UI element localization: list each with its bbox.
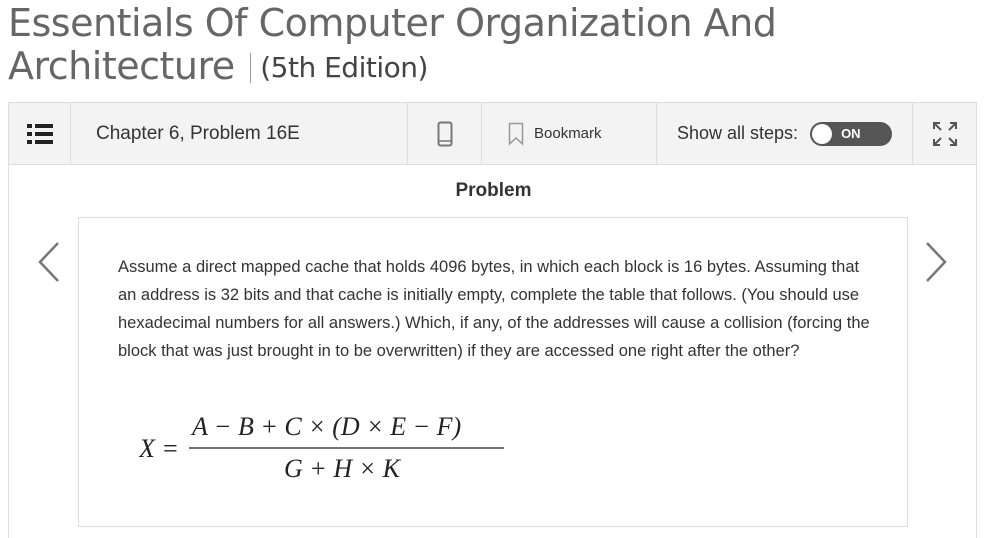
formula-denominator: G + H × K bbox=[284, 454, 402, 483]
chevron-left-icon bbox=[38, 242, 59, 282]
problem-panel: Problem Assume a direct mapped cache tha… bbox=[8, 165, 977, 538]
mobile-view-button[interactable] bbox=[408, 103, 482, 164]
toc-button[interactable] bbox=[9, 103, 71, 164]
toggle-state: ON bbox=[841, 125, 861, 141]
next-button[interactable] bbox=[921, 240, 951, 284]
chevron-right-icon bbox=[926, 242, 947, 282]
show-steps-toggle[interactable]: ON bbox=[810, 121, 893, 146]
list-icon bbox=[26, 123, 53, 144]
expand-button[interactable] bbox=[913, 103, 976, 164]
formula-numerator: A − B + C × (D × E − F) bbox=[190, 413, 461, 441]
book-title: Essentials Of Computer Organization And … bbox=[8, 2, 968, 88]
expand-icon bbox=[932, 121, 957, 146]
book-title-line2: Architecture bbox=[8, 44, 235, 88]
problem-text: Assume a direct mapped cache that holds … bbox=[118, 258, 870, 360]
problem-formula: X = A − B + C × (D × E − F) G + H × K bbox=[139, 413, 504, 483]
toggle-knob bbox=[812, 123, 833, 144]
bookmark-icon bbox=[508, 122, 524, 146]
solution-toolbar: Chapter 6, Problem 16E Bookmark Show all… bbox=[8, 102, 977, 165]
problem-card: Assume a direct mapped cache that holds … bbox=[78, 217, 908, 527]
mobile-phone-icon bbox=[437, 121, 452, 146]
bookmark-label: Bookmark bbox=[534, 125, 602, 142]
show-all-steps: Show all steps: ON bbox=[657, 103, 913, 164]
book-title-line1: Essentials Of Computer Organization And bbox=[8, 1, 777, 45]
show-steps-label: Show all steps: bbox=[677, 123, 799, 143]
previous-button[interactable] bbox=[34, 240, 64, 284]
book-edition: (5th Edition) bbox=[250, 53, 428, 83]
formula-lhs: X = bbox=[139, 434, 179, 463]
problem-heading: Problem bbox=[455, 180, 532, 201]
chapter-problem-label: Chapter 6, Problem 16E bbox=[71, 103, 408, 164]
bookmark-button[interactable]: Bookmark bbox=[482, 103, 657, 164]
